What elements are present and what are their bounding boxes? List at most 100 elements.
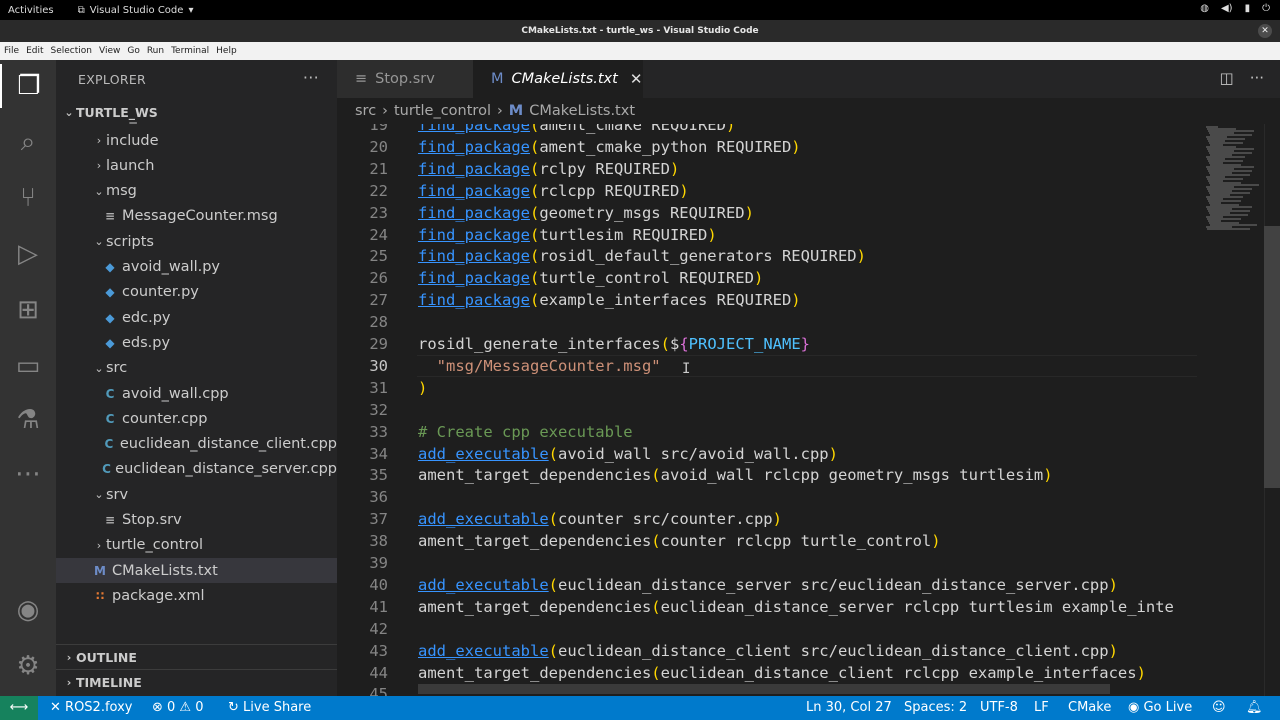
tree-folder[interactable]: › turtle_control <box>56 533 337 558</box>
tree-folder[interactable]: › launch <box>56 153 337 178</box>
eol-status[interactable]: LF <box>1034 696 1049 720</box>
live-share-button[interactable]: ↻ Live Share <box>228 696 311 720</box>
activities-button[interactable]: Activities <box>8 5 54 16</box>
system-tray[interactable]: ◍ ◀) ▮ ⏻ <box>1200 3 1270 14</box>
code-line[interactable]: 42 <box>337 618 1200 640</box>
menu-selection[interactable]: Selection <box>51 46 92 56</box>
window-close-button[interactable]: ✕ <box>1258 24 1272 38</box>
tree-file[interactable]: ≡ Stop.srv <box>56 508 337 533</box>
menu-edit[interactable]: Edit <box>26 46 43 56</box>
chevron-down-icon: ⌄ <box>94 361 104 375</box>
code-line[interactable]: 37 add_executable(counter src/counter.cpp… <box>337 508 1200 530</box>
close-tab-icon[interactable]: ✕ <box>630 70 643 88</box>
code-token: add_executable <box>418 641 549 660</box>
code-line[interactable]: 36 <box>337 486 1200 508</box>
go-live-button[interactable]: ◉ Go Live <box>1128 696 1192 720</box>
encoding-status[interactable]: UTF-8 <box>980 696 1018 720</box>
extensions-icon[interactable]: ⊞ <box>0 288 56 332</box>
breadcrumb-item[interactable]: turtle_control <box>394 103 491 119</box>
code-line[interactable]: 26 find_package(turtle_control REQUIRED) <box>337 267 1200 289</box>
code-line[interactable]: 32 <box>337 399 1200 421</box>
menu-go[interactable]: Go <box>127 46 139 56</box>
problems-status[interactable]: ⊗ 0 ⚠ 0 <box>152 696 204 720</box>
source-control-icon[interactable]: ⑂ <box>0 176 56 220</box>
tree-file[interactable]: ◆ eds.py <box>56 330 337 355</box>
tree-file[interactable]: ◆ avoid_wall.py <box>56 255 337 280</box>
horizontal-scrollbar[interactable] <box>418 684 1110 694</box>
code-line[interactable]: 21 find_package(rclpy REQUIRED) <box>337 158 1200 180</box>
tab-cmakelists[interactable]: M CMakeLists.txt ✕ <box>473 60 643 98</box>
code-line[interactable]: 28 <box>337 311 1200 333</box>
code-line[interactable]: 34 add_executable(avoid_wall src/avoid_wa… <box>337 443 1200 465</box>
outline-panel-header[interactable]: › OUTLINE <box>56 644 337 669</box>
more-actions-icon[interactable]: ··· <box>1250 69 1264 87</box>
breadcrumb-item[interactable]: CMakeLists.txt <box>529 103 635 119</box>
menu-help[interactable]: Help <box>216 46 237 56</box>
app-menu[interactable]: ⧉ Visual Studio Code ▾ <box>78 5 194 16</box>
tree-file[interactable]: M CMakeLists.txt <box>56 558 337 584</box>
code-line[interactable]: 41 ament_target_dependencies(euclidean_di… <box>337 596 1200 618</box>
settings-gear-icon[interactable]: ⚙ <box>0 644 56 688</box>
remote-indicator[interactable]: ⟷ <box>0 696 38 720</box>
tree-file[interactable]: ◆ counter.py <box>56 280 337 305</box>
code-line[interactable]: 29 rosidl_generate_interfaces(${PROJECT_N… <box>337 333 1200 355</box>
code-line[interactable]: 19 find_package(ament_cmake REQUIRED) <box>337 124 1200 136</box>
cursor-position[interactable]: Ln 30, Col 27 <box>806 696 892 720</box>
code-line[interactable]: 23 find_package(geometry_msgs REQUIRED) <box>337 202 1200 224</box>
code-line[interactable]: 43 add_executable(euclidean_distance_clie… <box>337 640 1200 662</box>
testing-icon[interactable]: ⚗ <box>0 398 56 442</box>
code-line[interactable]: 44 ament_target_dependencies(euclidean_di… <box>337 662 1200 684</box>
explorer-icon[interactable]: ❐ <box>0 64 56 108</box>
tree-file[interactable]: ≡ MessageCounter.msg <box>56 204 337 229</box>
run-debug-icon[interactable]: ▷ <box>0 232 56 276</box>
account-icon[interactable]: ◉ <box>0 588 56 632</box>
code-line[interactable]: 27 find_package(example_interfaces REQUIR… <box>337 289 1200 311</box>
branch-status[interactable]: ✕ ROS2.foxy <box>50 696 132 720</box>
tree-folder[interactable]: ⌄ scripts <box>56 229 337 254</box>
menu-run[interactable]: Run <box>147 46 164 56</box>
explorer-more-icon[interactable]: ··· <box>303 68 319 87</box>
tree-file[interactable]: Ccounter.cpp <box>56 406 337 431</box>
code-line[interactable]: 38 ament_target_dependencies(counter rclc… <box>337 530 1200 552</box>
tab-stop-srv[interactable]: ≡ Stop.srv <box>337 60 473 98</box>
code-line[interactable]: 30 "msg/MessageCounter.msg" I <box>337 354 1200 377</box>
menu-file[interactable]: File <box>4 46 19 56</box>
vertical-scrollbar-thumb[interactable] <box>1264 226 1280 488</box>
tree-file[interactable]: Ceuclidean_distance_server.cpp <box>56 457 337 482</box>
remote-explorer-icon[interactable]: ▭ <box>0 344 56 388</box>
code-line[interactable]: 33 # Create cpp executable <box>337 421 1200 443</box>
minimap[interactable] <box>1200 124 1264 696</box>
menu-terminal[interactable]: Terminal <box>171 46 209 56</box>
code-token: example_interfaces REQUIRED <box>539 291 792 310</box>
tree-file[interactable]: ∷ package.xml <box>56 583 337 608</box>
code-line[interactable]: 24 find_package(turtlesim REQUIRED) <box>337 224 1200 246</box>
search-icon[interactable]: ⌕ <box>0 120 56 164</box>
tree-file[interactable]: ◆ edc.py <box>56 305 337 330</box>
notifications-bell-icon[interactable]: 🔔︎ <box>1246 696 1263 720</box>
code-editor[interactable]: 19 find_package(ament_cmake REQUIRED) 20 fi… <box>337 124 1200 696</box>
tree-file[interactable]: Ceuclidean_distance_client.cpp <box>56 432 337 457</box>
code-line[interactable]: 39 <box>337 552 1200 574</box>
code-line[interactable]: 25 find_package(rosidl_default_generators… <box>337 245 1200 267</box>
code-line[interactable]: 22 find_package(rclcpp REQUIRED) <box>337 180 1200 202</box>
feedback-icon[interactable]: ☺ <box>1212 696 1226 720</box>
tree-item-partial[interactable]: turtle_control <box>56 120 337 127</box>
tab-label: CMakeLists.txt <box>511 71 618 87</box>
menu-view[interactable]: View <box>99 46 120 56</box>
code-line[interactable]: 31) <box>337 377 1200 399</box>
code-line[interactable]: 20 find_package(ament_cmake_python REQUIR… <box>337 136 1200 158</box>
tree-folder[interactable]: ⌄ srv <box>56 482 337 507</box>
line-number: 37 <box>369 510 388 529</box>
code-line[interactable]: 35 ament_target_dependencies(avoid_wall r… <box>337 464 1200 486</box>
timeline-panel-header[interactable]: › TIMELINE <box>56 669 337 694</box>
language-mode[interactable]: CMake <box>1068 696 1111 720</box>
tree-folder[interactable]: ⌄ src <box>56 356 337 381</box>
tree-folder[interactable]: ⌄ msg <box>56 179 337 204</box>
tree-folder[interactable]: › include <box>56 128 337 153</box>
tree-file[interactable]: Cavoid_wall.cpp <box>56 381 337 406</box>
code-line[interactable]: 40 add_executable(euclidean_distance_serv… <box>337 574 1200 596</box>
indentation-status[interactable]: Spaces: 2 <box>904 696 967 720</box>
breadcrumb-item[interactable]: src <box>355 103 376 119</box>
more-icon[interactable]: ⋯ <box>0 452 56 496</box>
split-editor-icon[interactable]: ◫ <box>1220 69 1234 87</box>
